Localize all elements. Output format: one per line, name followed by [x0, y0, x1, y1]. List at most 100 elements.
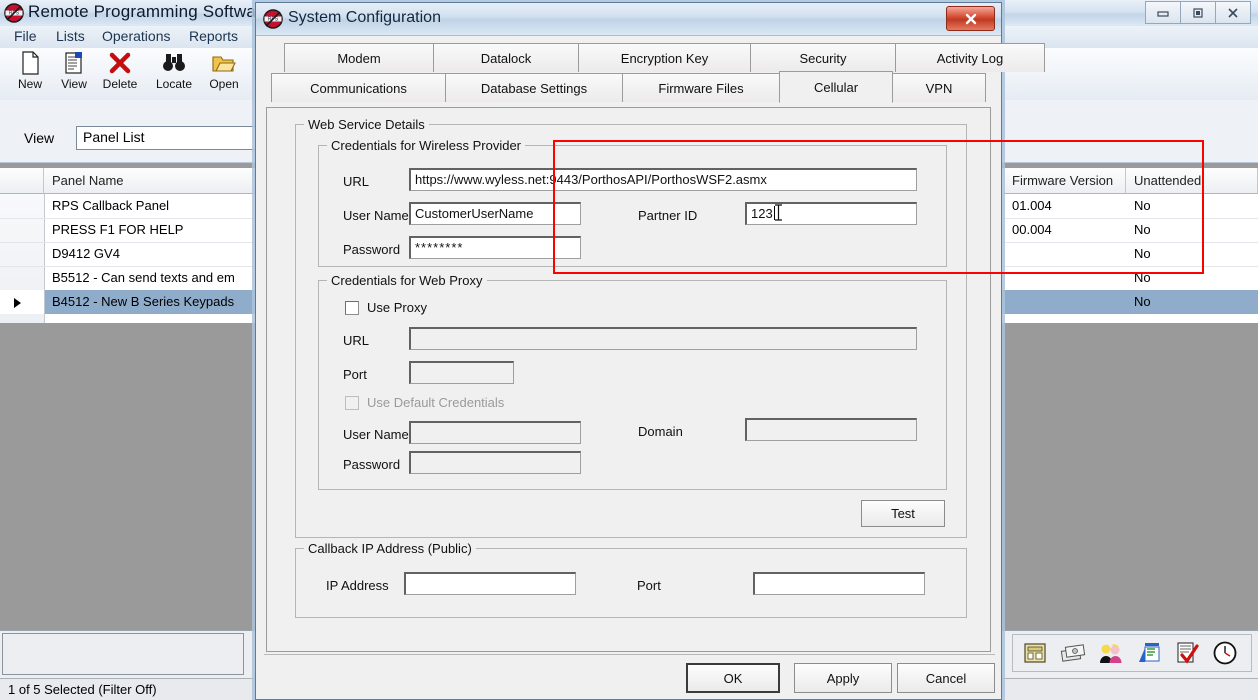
- toolbar-delete-button[interactable]: Delete: [96, 50, 144, 98]
- use-proxy-checkbox[interactable]: [345, 301, 359, 315]
- tab-security[interactable]: Security: [750, 43, 896, 72]
- menu-file[interactable]: File: [8, 28, 43, 44]
- dialog-separator: [264, 654, 995, 655]
- toolbar-open-label: Open: [209, 77, 239, 91]
- wireless-url-input[interactable]: https://www.wyless.net:9443/PorthosAPI/P…: [409, 168, 917, 191]
- delete-x-icon: [108, 50, 132, 76]
- proxy-url-label: URL: [343, 333, 370, 348]
- app-title: Remote Programming Software: [28, 2, 272, 21]
- proxy-domain-label: Domain: [638, 424, 683, 439]
- grid-header-gutter: [0, 168, 44, 194]
- toolbar-locate-label: Locate: [155, 77, 193, 91]
- proxy-username-input[interactable]: [409, 421, 581, 444]
- grid-header-unattended[interactable]: Unattended: [1126, 168, 1258, 194]
- system-configuration-dialog: RPS System Configuration Modem Datalock …: [255, 2, 1204, 700]
- wireless-password-input[interactable]: ********: [409, 236, 581, 259]
- tab-datalock[interactable]: Datalock: [433, 43, 579, 72]
- dialog-close-button[interactable]: [946, 6, 995, 31]
- tab-activity-log[interactable]: Activity Log: [895, 43, 1045, 72]
- chart-report-icon[interactable]: [1135, 639, 1163, 667]
- tab-cellular[interactable]: Cellular: [779, 71, 893, 103]
- dialog-title-bar: RPS System Configuration: [256, 3, 1001, 36]
- callback-port-input[interactable]: [753, 572, 925, 595]
- cell-firmware-version: [1004, 242, 1126, 266]
- tab-firmware-files[interactable]: Firmware Files: [622, 73, 780, 102]
- minimize-button[interactable]: [1145, 1, 1181, 24]
- web-service-details-title: Web Service Details: [304, 117, 429, 132]
- proxy-password-input[interactable]: [409, 451, 581, 474]
- window-controls: [1145, 1, 1254, 24]
- wireless-username-label: User Name: [343, 208, 409, 223]
- web-proxy-credentials-group: Credentials for Web Proxy Use Proxy URL …: [318, 273, 947, 490]
- toolbar-view-button[interactable]: View: [50, 50, 98, 98]
- restore-icon: [1193, 7, 1203, 18]
- right-tool-strip: [1012, 634, 1252, 672]
- tab-database-settings[interactable]: Database Settings: [445, 73, 623, 102]
- cell-firmware-version: [1004, 290, 1126, 314]
- test-button[interactable]: Test: [861, 500, 945, 527]
- menu-lists[interactable]: Lists: [50, 28, 91, 44]
- proxy-port-input[interactable]: [409, 361, 514, 384]
- close-icon: [965, 13, 976, 24]
- use-default-credentials-label: Use Default Credentials: [367, 395, 505, 410]
- web-service-details-group: Web Service Details Credentials for Wire…: [295, 117, 967, 538]
- callback-port-label: Port: [637, 578, 661, 593]
- proxy-username-label: User Name: [343, 427, 409, 442]
- proxy-domain-input[interactable]: [745, 418, 917, 441]
- proxy-url-input[interactable]: [409, 327, 917, 350]
- grid-header-firmware-version[interactable]: Firmware Version: [1004, 168, 1126, 194]
- menu-reports[interactable]: Reports: [183, 28, 244, 44]
- close-icon: [1228, 7, 1238, 18]
- use-proxy-label: Use Proxy: [367, 300, 427, 315]
- row-selector-arrow-icon: [14, 298, 21, 308]
- wireless-url-label: URL: [343, 174, 370, 189]
- restore-button[interactable]: [1180, 1, 1216, 24]
- cellular-tab-panel: Web Service Details Credentials for Wire…: [266, 107, 991, 652]
- money-icon[interactable]: [1059, 639, 1087, 667]
- cell-unattended: No: [1134, 222, 1151, 237]
- toolbar-view-label: View: [61, 77, 87, 91]
- wireless-username-input[interactable]: CustomerUserName: [409, 202, 581, 225]
- tab-modem[interactable]: Modem: [284, 43, 434, 72]
- callback-ip-group: Callback IP Address (Public) IP Address …: [295, 541, 967, 618]
- tab-vpn[interactable]: VPN: [892, 73, 986, 102]
- tab-encryption-key[interactable]: Encryption Key: [578, 43, 751, 72]
- text-cursor-icon: [775, 204, 782, 221]
- open-folder-icon: [211, 50, 237, 76]
- view-document-icon: [63, 50, 85, 76]
- menu-operations[interactable]: Operations: [96, 28, 176, 44]
- toolbar-delete-label: Delete: [102, 77, 138, 91]
- cell-firmware-version: [1004, 266, 1126, 290]
- bottom-detail-box: [2, 633, 244, 675]
- callback-ip-title: Callback IP Address (Public): [304, 541, 476, 556]
- callback-ip-input[interactable]: [404, 572, 576, 595]
- cell-unattended: No: [1134, 270, 1151, 285]
- partner-id-input[interactable]: 123: [745, 202, 917, 225]
- wireless-credentials-title: Credentials for Wireless Provider: [327, 138, 526, 153]
- web-proxy-credentials-title: Credentials for Web Proxy: [327, 273, 487, 288]
- minimize-icon: [1157, 10, 1169, 17]
- binoculars-icon: [162, 50, 186, 76]
- partner-id-label: Partner ID: [638, 208, 698, 223]
- cancel-button[interactable]: Cancel: [897, 663, 995, 693]
- tab-communications[interactable]: Communications: [271, 73, 446, 102]
- view-label: View: [24, 130, 55, 146]
- clock-icon[interactable]: [1211, 639, 1239, 667]
- people-icon[interactable]: [1097, 639, 1125, 667]
- partner-id-value: 123: [751, 206, 773, 221]
- ok-button[interactable]: OK: [686, 663, 780, 693]
- toolbar-open-button[interactable]: Open: [200, 50, 248, 98]
- rps-logo-icon: RPS: [263, 9, 283, 29]
- checked-document-icon[interactable]: [1173, 639, 1201, 667]
- wireless-credentials-group: Credentials for Wireless Provider URL ht…: [318, 138, 947, 267]
- new-document-icon: [20, 50, 40, 76]
- use-default-credentials-checkbox[interactable]: [345, 396, 359, 410]
- close-button[interactable]: [1215, 1, 1251, 24]
- cell-firmware-version: 00.004: [1012, 222, 1052, 237]
- apply-button[interactable]: Apply: [794, 663, 892, 693]
- keypad-icon[interactable]: [1021, 639, 1049, 667]
- proxy-port-label: Port: [343, 367, 367, 382]
- toolbar-locate-button[interactable]: Locate: [150, 50, 198, 98]
- toolbar-new-button[interactable]: New: [6, 50, 54, 98]
- cell-unattended: No: [1134, 294, 1151, 309]
